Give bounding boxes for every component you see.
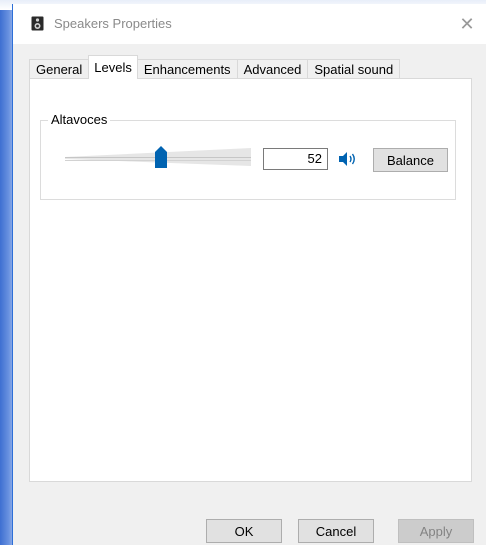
tab-label: General: [36, 62, 83, 77]
tab-strip: General Levels Enhancements Advanced Spa…: [29, 55, 401, 79]
device-level-group: Altavoces 52 Balance: [40, 112, 456, 200]
tab-advanced[interactable]: Advanced: [236, 59, 309, 79]
ok-button[interactable]: OK: [206, 519, 282, 543]
close-button[interactable]: ✕: [454, 12, 480, 36]
mute-toggle-button[interactable]: [336, 148, 360, 170]
dialog-client-area: General Levels Enhancements Advanced Spa…: [13, 44, 486, 545]
window-title: Speakers Properties: [54, 16, 172, 31]
tab-label: Spatial sound: [314, 62, 394, 77]
apply-button[interactable]: Apply: [398, 519, 474, 543]
cancel-button-label: Cancel: [315, 523, 357, 539]
tab-label: Enhancements: [143, 62, 231, 77]
volume-slider[interactable]: [65, 145, 251, 169]
levels-tab-panel: Altavoces 52 Balance: [29, 78, 472, 482]
close-icon: ✕: [459, 13, 475, 34]
speaker-icon: [31, 16, 44, 31]
volume-slider-thumb[interactable]: [155, 146, 167, 168]
tab-label: Levels: [94, 60, 132, 75]
volume-level-value: 52: [307, 151, 322, 166]
apply-button-label: Apply: [419, 523, 453, 539]
balance-button-label: Balance: [387, 152, 434, 168]
tab-enhancements[interactable]: Enhancements: [136, 59, 238, 79]
speakers-properties-dialog: Speakers Properties ✕ General Levels Enh…: [12, 4, 486, 545]
tab-spatial-sound[interactable]: Spatial sound: [307, 59, 401, 79]
title-bar[interactable]: Speakers Properties ✕: [13, 4, 486, 44]
device-label: Altavoces: [48, 112, 111, 127]
ok-button-label: OK: [234, 523, 254, 539]
tab-general[interactable]: General: [29, 59, 90, 79]
volume-level-field[interactable]: 52: [263, 148, 328, 170]
page: Speakers Properties ✕ General Levels Enh…: [0, 0, 486, 545]
tab-label: Advanced: [243, 62, 302, 77]
tab-levels[interactable]: Levels: [88, 55, 138, 79]
speaker-volume-icon: [339, 152, 355, 166]
balance-button[interactable]: Balance: [373, 148, 448, 172]
cancel-button[interactable]: Cancel: [298, 519, 374, 543]
